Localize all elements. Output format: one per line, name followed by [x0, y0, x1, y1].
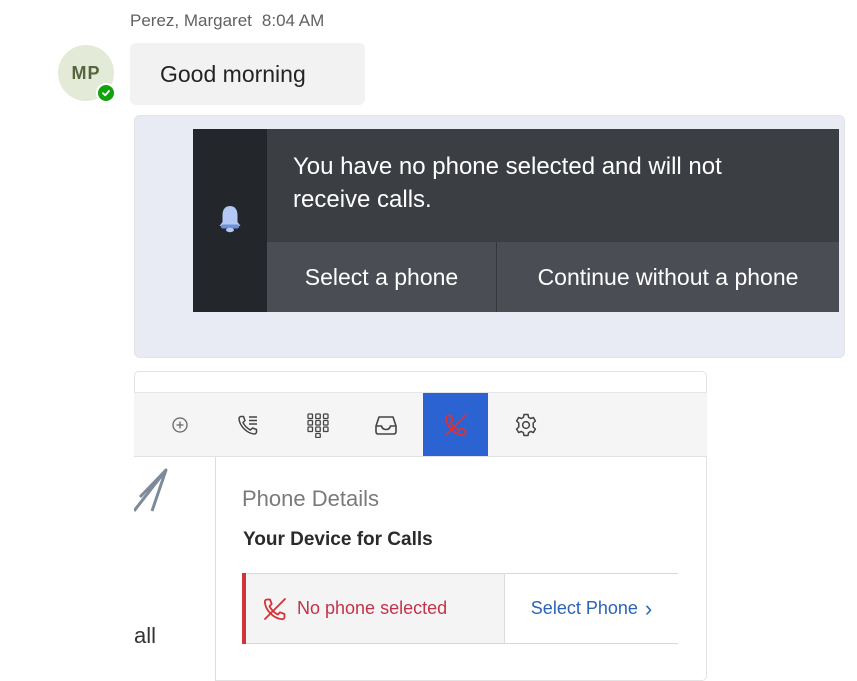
call-list-icon[interactable] [230, 393, 266, 456]
continue-without-phone-button[interactable]: Continue without a phone [497, 242, 839, 312]
banner-icon-column [193, 129, 267, 312]
message-bubble: Good morning [130, 43, 365, 105]
banner-actions: Select a phone Continue without a phone [267, 242, 839, 312]
inbox-icon[interactable] [368, 393, 404, 456]
gear-icon[interactable] [508, 393, 544, 456]
add-circle-icon[interactable] [164, 393, 196, 456]
phone-details-title: Phone Details [242, 486, 379, 511]
sidebar-partial-text: all [134, 623, 157, 648]
message-text: Good morning [160, 60, 306, 87]
device-for-calls-label: Your Device for Calls [243, 529, 433, 550]
banner-message: You have no phone selected and will not … [293, 153, 722, 213]
dialpad-icon[interactable] [300, 393, 336, 456]
phone-sidebar: all [132, 457, 216, 681]
no-phone-banner: You have no phone selected and will not … [193, 129, 839, 312]
chevron-right-icon: › [644, 595, 653, 621]
select-phone-link[interactable]: Select Phone › [504, 574, 678, 643]
phone-off-icon[interactable] [423, 393, 488, 456]
avatar-initials: MP [71, 62, 101, 83]
no-phone-selected-text: No phone selected [297, 598, 448, 618]
phone-off-status-icon [261, 595, 289, 623]
presence-available-icon [96, 83, 116, 103]
phone-status-card: No phone selected Select Phone › [242, 573, 678, 644]
message-time: 8:04 AM [261, 11, 325, 30]
sender-name[interactable]: Perez, Margaret [130, 11, 252, 30]
select-a-phone-button[interactable]: Select a phone [267, 242, 497, 312]
message-header: Perez, Margaret 8:04 AM [130, 11, 324, 31]
paper-plane-icon [132, 467, 170, 518]
select-phone-label: Select Phone [530, 598, 638, 618]
bell-icon [216, 203, 244, 238]
phone-toolbar [134, 392, 707, 457]
phone-status: No phone selected [243, 574, 504, 643]
